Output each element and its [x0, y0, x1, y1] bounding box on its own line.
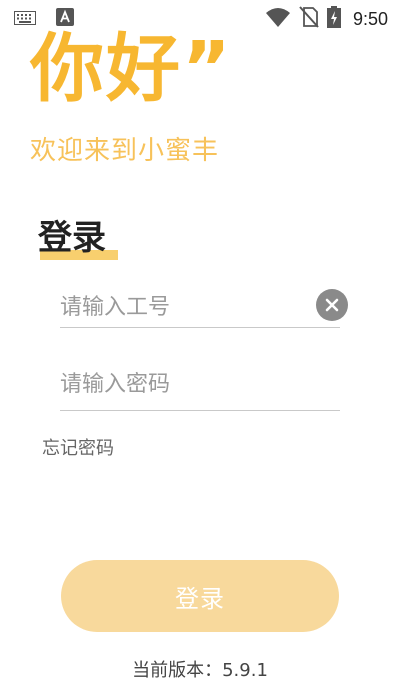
status-bar-right: 9:50	[265, 6, 388, 32]
forgot-password-link[interactable]: 忘记密码	[42, 434, 114, 460]
login-heading: 登录	[38, 218, 118, 260]
clear-input-button[interactable]	[316, 289, 348, 321]
welcome-subtitle: 欢迎来到小蜜丰	[30, 136, 220, 166]
version-label: 当前版本：5.9.1	[132, 660, 268, 681]
close-icon	[325, 298, 339, 312]
login-heading-text: 登录	[38, 218, 106, 258]
wifi-icon	[265, 7, 291, 31]
greeting-title: 你好”	[30, 26, 233, 112]
no-sim-icon	[299, 6, 319, 32]
employee-id-field	[60, 287, 348, 328]
employee-id-input[interactable]	[60, 287, 300, 327]
login-button[interactable]: 登录	[61, 560, 339, 632]
password-input[interactable]	[60, 364, 300, 404]
status-time: 9:50	[352, 8, 388, 29]
password-field	[60, 362, 340, 411]
battery-charging-icon	[326, 6, 341, 32]
